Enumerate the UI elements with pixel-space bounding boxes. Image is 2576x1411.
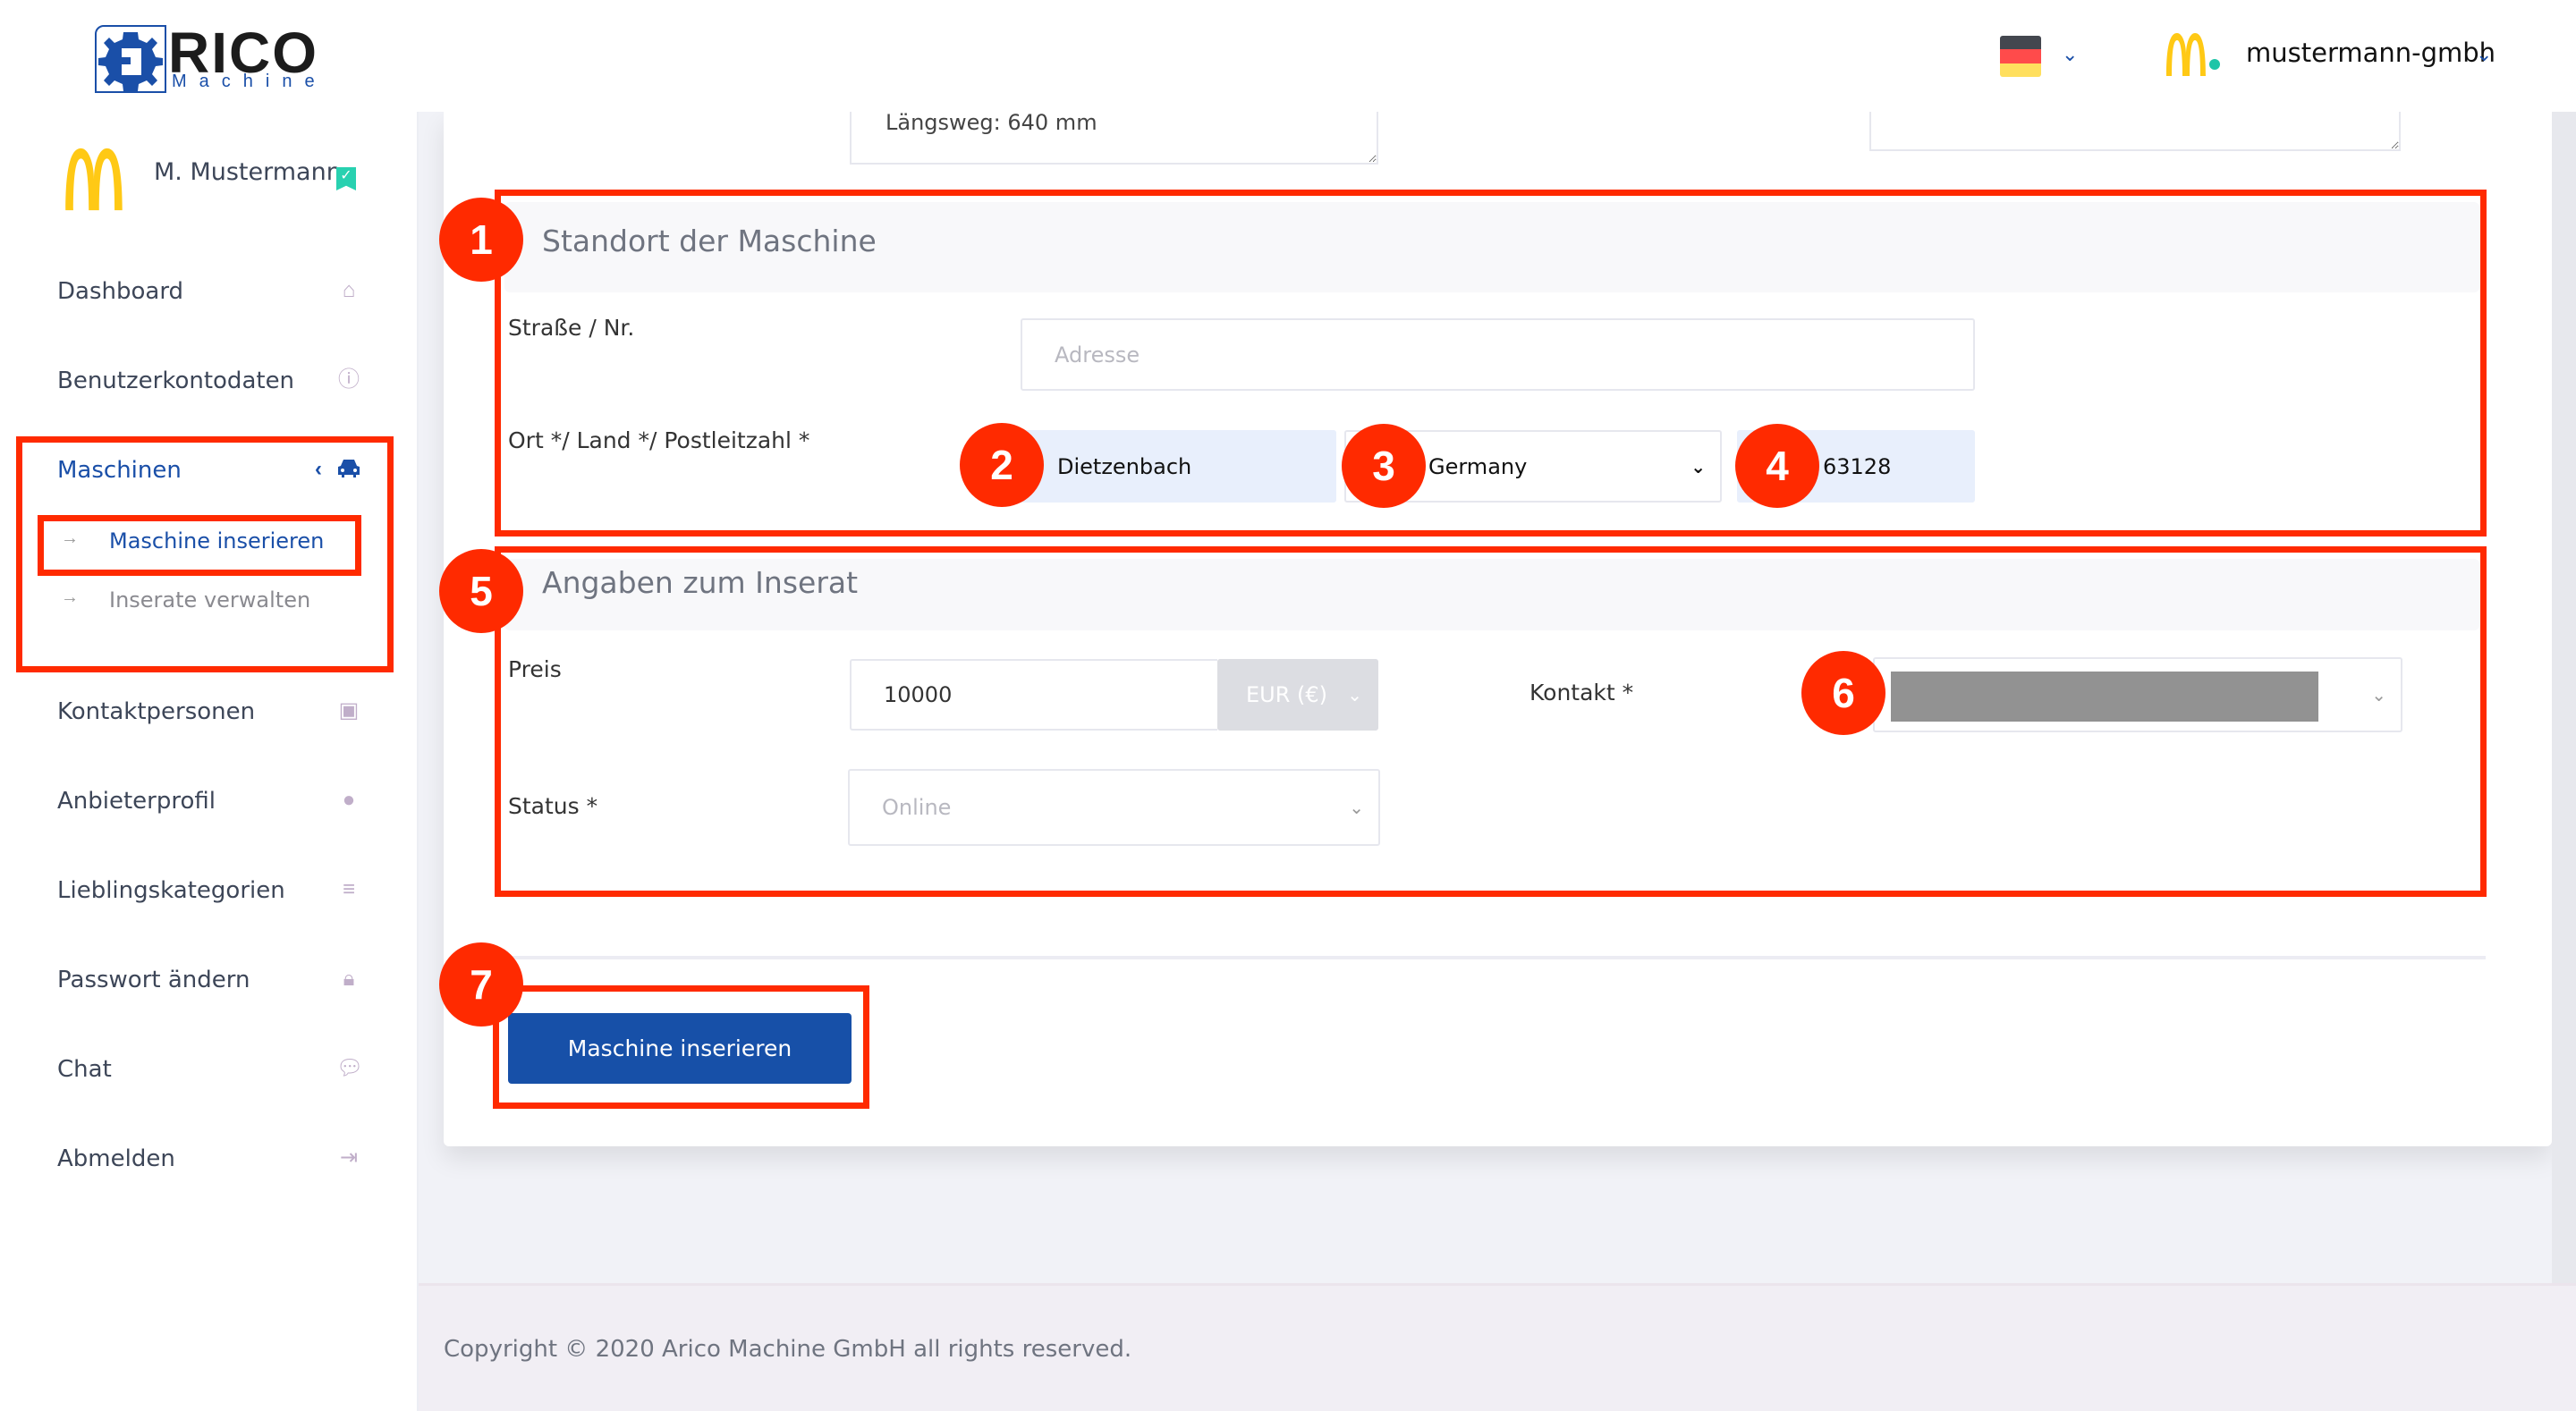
city-input[interactable] xyxy=(1002,430,1336,503)
sidebar-subitem-label: Maschine inserieren xyxy=(109,528,325,553)
chevron-down-icon: ⌄ xyxy=(1347,684,1362,706)
user-icon: ● xyxy=(342,788,356,812)
logo-subtext: Machine xyxy=(172,72,327,91)
user-name: M. Mustermann xyxy=(154,158,342,186)
sidebar-item-anbieterprofil[interactable]: Anbieterprofil ● xyxy=(57,782,361,822)
sidebar-item-maschinen[interactable]: Maschinen ‹ xyxy=(57,452,361,491)
arico-logo[interactable]: RICO Machine xyxy=(95,21,318,95)
sidebar-item-dashboard[interactable]: Dashboard ⌂ xyxy=(57,273,361,312)
sidebar-item-label: Benutzerkontodaten xyxy=(57,368,295,394)
car-icon xyxy=(336,457,361,482)
price-label: Preis xyxy=(508,656,562,682)
chat-icon: 💬︎ xyxy=(336,1056,364,1080)
annotation-badge: 1 xyxy=(439,198,523,282)
sidebar-subitem-maschine-inserieren[interactable]: → Maschine inserieren xyxy=(57,525,343,561)
contact-label: Kontakt * xyxy=(1530,680,1634,706)
annotation-badge: 5 xyxy=(439,549,523,633)
chevron-left-icon: ‹ xyxy=(315,457,322,481)
page-footer: Copyright © 2020 Arico Machine GmbH all … xyxy=(419,1283,2576,1411)
location-section-title: Standort der Maschine xyxy=(542,224,877,258)
sidebar-item-label: Kontaktpersonen xyxy=(57,698,256,725)
sidebar-item-label: Maschinen xyxy=(57,457,182,484)
sidebar-item-abmelden[interactable]: Abmelden ⇥ xyxy=(57,1140,361,1179)
page-scrollbar[interactable] xyxy=(2552,112,2576,1283)
company-logo-icon[interactable] xyxy=(2163,31,2209,78)
sidebar-item-label: Chat xyxy=(57,1056,112,1083)
listing-section-title: Angaben zum Inserat xyxy=(542,565,859,600)
status-select-value: Online xyxy=(882,795,952,820)
list-icon: ≡ xyxy=(342,877,355,901)
arrow-right-icon: → xyxy=(61,528,79,548)
user-avatar xyxy=(57,146,131,213)
contact-card-icon: ▣ xyxy=(338,698,360,722)
street-input[interactable] xyxy=(1021,318,1975,391)
sidebar-subitem-label: Inserate verwalten xyxy=(109,587,311,613)
info-icon: ⓘ xyxy=(338,368,360,392)
language-chevron-down-icon[interactable]: ⌄ xyxy=(2062,43,2078,66)
sidebar-item-lieblingskategorien[interactable]: Lieblingskategorien ≡ xyxy=(57,872,361,911)
verified-badge-icon: ✓ xyxy=(336,167,356,190)
form-divider xyxy=(498,956,2486,959)
sidebar-item-label: Lieblingskategorien xyxy=(57,877,285,904)
sidebar: M. Mustermann ✓ Dashboard ⌂ Benutzerkont… xyxy=(0,112,419,1411)
chevron-down-icon: ⌄ xyxy=(1349,797,1364,818)
status-label: Status * xyxy=(508,793,598,819)
top-header: RICO Machine ⌄ mustermann-gmbh ⌄ xyxy=(0,0,2576,112)
sidebar-subitem-inserate-verwalten[interactable]: → Inserate verwalten xyxy=(57,584,343,620)
additional-textarea[interactable] xyxy=(1869,112,2401,151)
company-account-name[interactable]: mustermann-gmbh xyxy=(2246,38,2496,68)
chevron-down-icon: ⌄ xyxy=(2371,684,2386,706)
arrow-right-icon: → xyxy=(61,587,79,607)
street-label: Straße / Nr. xyxy=(508,315,635,341)
currency-select[interactable]: EUR (€) ⌄ xyxy=(1217,659,1378,731)
country-select-value: Germany xyxy=(1428,453,1528,479)
home-icon: ⌂ xyxy=(342,278,356,302)
sidebar-item-benutzerkontodaten[interactable]: Benutzerkontodaten ⓘ xyxy=(57,362,361,401)
price-input[interactable] xyxy=(850,659,1217,731)
annotation-badge: 7 xyxy=(439,942,523,1027)
sidebar-item-passwort-aendern[interactable]: Passwort ändern 🔒︎ xyxy=(57,961,361,1001)
contact-select[interactable]: ⌄ xyxy=(1873,657,2402,732)
flag-germany-icon[interactable] xyxy=(2000,36,2041,77)
city-country-zip-label: Ort */ Land */ Postleitzahl * xyxy=(508,427,810,453)
copyright-text: Copyright © 2020 Arico Machine GmbH all … xyxy=(444,1336,1132,1363)
annotation-badge: 6 xyxy=(1801,651,1885,735)
submit-maschine-inserieren-button[interactable]: Maschine inserieren xyxy=(508,1013,852,1084)
sidebar-item-label: Passwort ändern xyxy=(57,967,250,993)
chevron-down-icon: ⌄ xyxy=(1690,455,1706,477)
currency-select-value: EUR (€) xyxy=(1246,682,1328,707)
description-textarea[interactable]: Längsweg: 640 mm xyxy=(850,112,1378,165)
annotation-badge: 4 xyxy=(1735,424,1819,508)
gear-logo-icon xyxy=(95,25,166,93)
lock-icon: 🔒︎ xyxy=(343,967,355,991)
sidebar-item-kontaktpersonen[interactable]: Kontaktpersonen ▣ xyxy=(57,693,361,732)
sidebar-item-label: Abmelden xyxy=(57,1145,175,1172)
sidebar-item-chat[interactable]: Chat 💬︎ xyxy=(57,1051,364,1090)
online-status-dot xyxy=(2209,59,2220,70)
redacted-contact-value xyxy=(1891,672,2318,722)
logout-icon: ⇥ xyxy=(339,1145,359,1170)
sidebar-item-label: Anbieterprofil xyxy=(57,788,216,815)
annotation-badge: 2 xyxy=(960,423,1044,507)
status-select[interactable]: Online ⌄ xyxy=(848,769,1380,846)
annotation-badge: 3 xyxy=(1342,424,1426,508)
sidebar-item-label: Dashboard xyxy=(57,278,184,305)
account-chevron-down-icon[interactable]: ⌄ xyxy=(2476,43,2492,66)
